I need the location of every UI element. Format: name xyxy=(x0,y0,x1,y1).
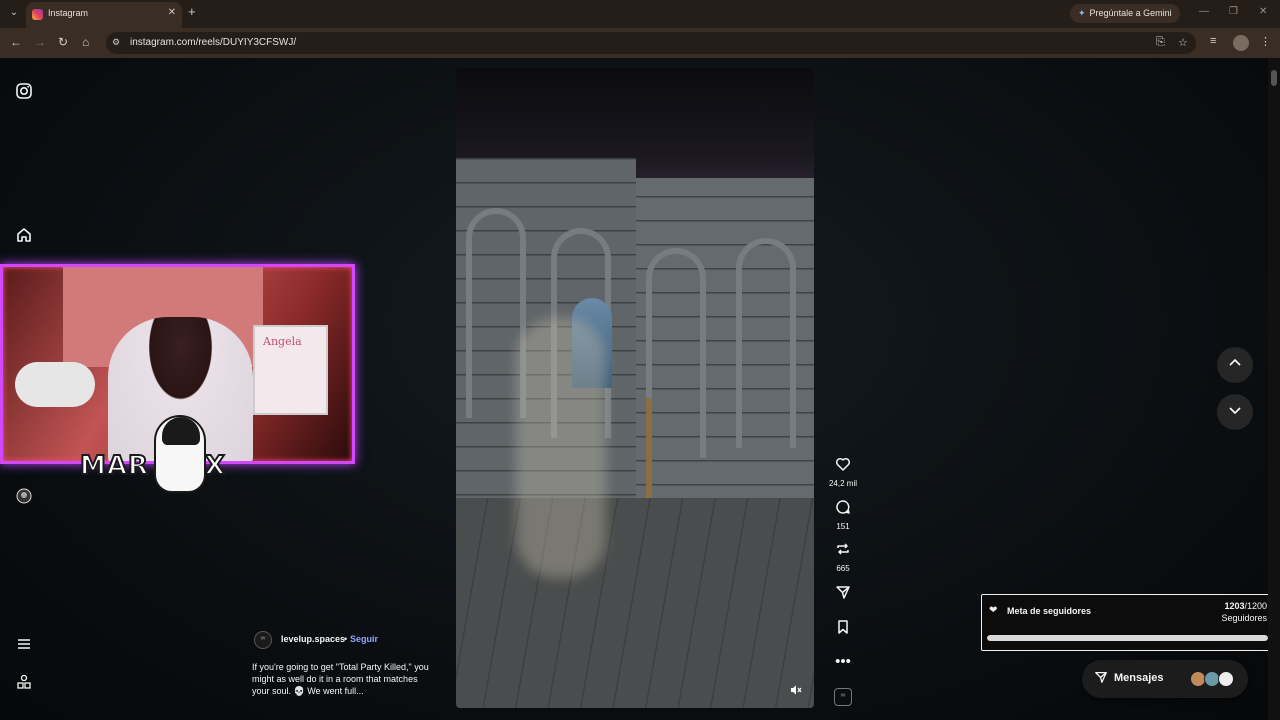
instagram-reels-page: Angela MAR EMX 24,2 mil 151 665 ••• ᵛᵛ ᵛ… xyxy=(0,58,1280,720)
address-bar[interactable]: ⚙ instagram.com/reels/DUYIY3CFSWJ/ ⎘ ☆ xyxy=(106,32,1196,54)
browser-toolbar: ← → ↻ ⌂ ⚙ instagram.com/reels/DUYIY3CFSW… xyxy=(0,28,1280,58)
goal-current: 1203 xyxy=(1224,601,1245,611)
url-text: instagram.com/reels/DUYIY3CFSWJ/ xyxy=(130,37,297,48)
more-icon: ••• xyxy=(835,653,851,670)
page-scrollbar[interactable] xyxy=(1268,58,1280,720)
like-button[interactable]: 24,2 mil xyxy=(826,456,860,488)
stream-logo: MAR EMX xyxy=(79,415,280,497)
goal-progress-fill xyxy=(987,635,1268,641)
save-button[interactable] xyxy=(826,619,860,640)
more-button[interactable]: ••• xyxy=(826,653,860,671)
bookmark-star-icon[interactable]: ☆ xyxy=(1178,36,1188,49)
new-tab-icon[interactable]: + xyxy=(188,4,196,19)
instagram-favicon-icon xyxy=(32,9,43,20)
share-icon xyxy=(826,584,860,605)
gemini-spark-icon: ✦ xyxy=(1078,8,1086,18)
tab-search-icon[interactable]: ⌄ xyxy=(6,5,22,21)
next-reel-button[interactable] xyxy=(1217,394,1253,430)
comment-button[interactable]: 151 xyxy=(826,499,860,531)
instagram-icon[interactable] xyxy=(14,82,34,102)
webcam-dog xyxy=(15,362,95,407)
menu-icon[interactable] xyxy=(14,636,34,656)
minimize-icon[interactable]: — xyxy=(1199,6,1209,17)
goal-title: Meta de seguidores xyxy=(1007,606,1092,616)
reload-icon[interactable]: ↻ xyxy=(58,35,68,49)
profile-avatar[interactable] xyxy=(1233,35,1249,51)
message-avatar xyxy=(1218,671,1234,687)
board-text: Angela xyxy=(263,335,302,348)
previous-reel-button[interactable] xyxy=(1217,347,1253,383)
scrollbar-thumb[interactable] xyxy=(1271,70,1277,86)
like-count: 24,2 mil xyxy=(828,479,857,488)
gemini-button[interactable]: ✦ Pregúntale a Gemini xyxy=(1070,4,1180,23)
browser-tab[interactable]: Instagram ✕ xyxy=(26,2,182,28)
messages-label: Mensajes xyxy=(1114,672,1164,684)
goal-count: 1203/1200 xyxy=(1224,601,1267,611)
bookmark-icon xyxy=(826,619,860,640)
browser-menu-icon[interactable]: ⋮ xyxy=(1260,35,1271,48)
comment-count: 151 xyxy=(836,522,850,531)
repost-icon xyxy=(826,541,860,562)
messages-button[interactable]: Mensajes xyxy=(1082,660,1248,698)
repost-count: 665 xyxy=(836,564,850,573)
mute-icon[interactable] xyxy=(790,684,802,699)
video-floor xyxy=(456,498,814,708)
stream-mascot xyxy=(154,415,206,493)
repost-button[interactable]: 665 xyxy=(826,541,860,573)
profile-sidebar-avatar[interactable] xyxy=(14,488,34,508)
goal-progress-track xyxy=(987,635,1268,641)
reel-author: ᵛᵛ levelup.spaces • Seguir xyxy=(252,630,442,650)
share-button[interactable] xyxy=(826,584,860,605)
author-avatar[interactable]: ᵛᵛ xyxy=(254,631,272,649)
back-icon[interactable]: ← xyxy=(10,35,22,49)
gemini-label: Pregúntale a Gemini xyxy=(1089,8,1172,18)
close-window-icon[interactable]: ✕ xyxy=(1259,6,1267,17)
restore-icon[interactable]: ❐ xyxy=(1229,6,1238,17)
browser-tab-strip: ⌄ Instagram ✕ + ✦ Pregúntale a Gemini — ❐… xyxy=(0,0,1280,28)
heart-icon xyxy=(826,456,860,477)
follower-goal-widget: ❤︎ Meta de seguidores 1203/1200 Seguidor… xyxy=(981,594,1274,651)
audio-thumbnail[interactable]: ᵛᵛ xyxy=(834,688,852,706)
goal-target: /1200 xyxy=(1244,601,1267,611)
webcam-board: Angela xyxy=(253,325,328,415)
media-controls-icon[interactable]: ≡ xyxy=(1210,35,1216,47)
video-arch xyxy=(736,238,796,448)
home-page-icon[interactable]: ⌂ xyxy=(82,35,89,49)
video-blurred-figure xyxy=(516,318,606,578)
hearts-icon: ❤︎ xyxy=(989,605,998,616)
share-icon xyxy=(1094,670,1108,687)
site-info-icon[interactable]: ⚙ xyxy=(112,37,120,48)
home-icon[interactable] xyxy=(14,226,34,246)
forward-icon[interactable]: → xyxy=(34,35,46,49)
tab-title: Instagram xyxy=(48,8,89,18)
close-tab-icon[interactable]: ✕ xyxy=(168,7,176,18)
goal-unit: Seguidores xyxy=(1221,613,1267,623)
reel-video[interactable] xyxy=(456,68,814,708)
author-separator: • xyxy=(344,634,348,644)
video-arch xyxy=(646,248,706,458)
video-candelabra xyxy=(646,398,652,508)
reel-caption[interactable]: If you're going to get "Total Party Kill… xyxy=(252,661,432,697)
comment-icon xyxy=(826,499,860,520)
follow-button[interactable]: Seguir xyxy=(350,634,378,644)
install-app-icon[interactable]: ⎘ xyxy=(1156,36,1165,49)
author-name[interactable]: levelup.spaces xyxy=(281,634,345,644)
apps-icon[interactable] xyxy=(14,674,34,694)
